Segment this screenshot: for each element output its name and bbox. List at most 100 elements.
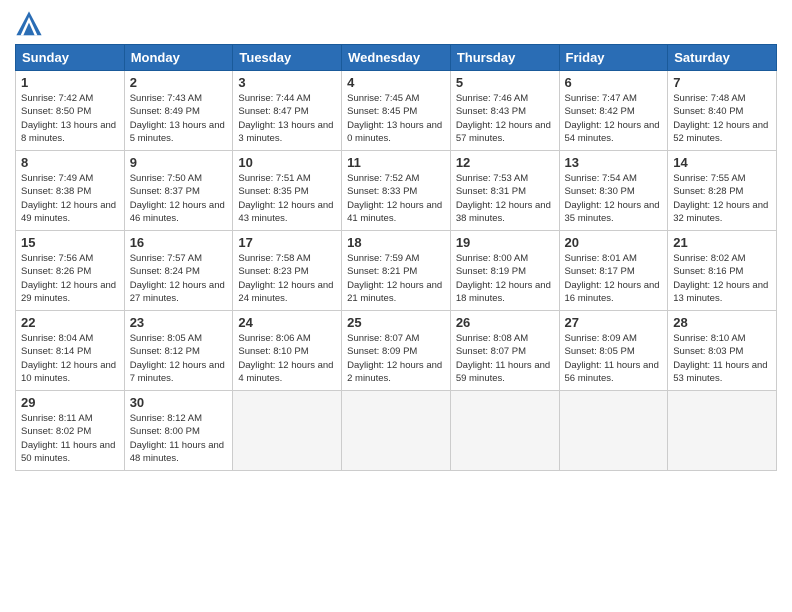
day-cell-11: 11Sunrise: 7:52 AMSunset: 8:33 PMDayligh… [342,151,451,231]
day-info: Sunrise: 8:00 AMSunset: 8:19 PMDaylight:… [456,252,554,305]
day-cell-27: 27 Sunrise: 8:09 AMSunset: 8:05 PMDayligh… [559,311,668,391]
day-cell-22: 22Sunrise: 8:04 AMSunset: 8:14 PMDayligh… [16,311,125,391]
day-number: 4 [347,75,445,90]
day-cell-21: 21 Sunrise: 8:02 AMSunset: 8:16 PMDayligh… [668,231,777,311]
day-info: Sunrise: 7:59 AMSunset: 8:21 PMDaylight:… [347,252,445,305]
day-info: Sunrise: 7:56 AMSunset: 8:26 PMDaylight:… [21,252,119,305]
day-info: Sunrise: 7:47 AMSunset: 8:42 PMDaylight:… [565,92,663,145]
day-number: 24 [238,315,336,330]
day-cell-30: 30 Sunrise: 8:12 AMSunset: 8:00 PMDayligh… [124,391,233,471]
col-saturday: Saturday [668,45,777,71]
day-info: Sunrise: 7:48 AMSunset: 8:40 PMDaylight:… [673,92,771,145]
day-info: Sunrise: 8:11 AMSunset: 8:02 PMDaylight:… [21,412,119,465]
day-number: 19 [456,235,554,250]
empty-cell [559,391,668,471]
day-number: 1 [21,75,119,90]
day-cell-6: 6 Sunrise: 7:47 AMSunset: 8:42 PMDaylight… [559,71,668,151]
day-number: 13 [565,155,663,170]
day-number: 27 [565,315,663,330]
day-info: Sunrise: 7:53 AMSunset: 8:31 PMDaylight:… [456,172,554,225]
day-info: Sunrise: 8:02 AMSunset: 8:16 PMDaylight:… [673,252,771,305]
day-cell-10: 10 Sunrise: 7:51 AMSunset: 8:35 PMDayligh… [233,151,342,231]
header [15,10,777,38]
day-cell-25: 25 Sunrise: 8:07 AMSunset: 8:09 PMDayligh… [342,311,451,391]
calendar-week-4: 22Sunrise: 8:04 AMSunset: 8:14 PMDayligh… [16,311,777,391]
day-cell-18: 18 Sunrise: 7:59 AMSunset: 8:21 PMDayligh… [342,231,451,311]
day-number: 30 [130,395,228,410]
day-cell-13: 13 Sunrise: 7:54 AMSunset: 8:30 PMDayligh… [559,151,668,231]
day-number: 7 [673,75,771,90]
day-number: 3 [238,75,336,90]
day-number: 21 [673,235,771,250]
day-cell-16: 16 Sunrise: 7:57 AMSunset: 8:24 PMDayligh… [124,231,233,311]
day-number: 23 [130,315,228,330]
day-info: Sunrise: 8:09 AMSunset: 8:05 PMDaylight:… [565,332,663,385]
day-number: 2 [130,75,228,90]
day-info: Sunrise: 7:58 AMSunset: 8:23 PMDaylight:… [238,252,336,305]
day-info: Sunrise: 8:06 AMSunset: 8:10 PMDaylight:… [238,332,336,385]
day-number: 12 [456,155,554,170]
logo-icon [15,10,43,38]
day-info: Sunrise: 7:46 AMSunset: 8:43 PMDaylight:… [456,92,554,145]
day-info: Sunrise: 7:51 AMSunset: 8:35 PMDaylight:… [238,172,336,225]
day-number: 15 [21,235,119,250]
day-number: 6 [565,75,663,90]
calendar-body: 1 Sunrise: 7:42 AMSunset: 8:50 PMDaylight… [16,71,777,471]
day-cell-20: 20Sunrise: 8:01 AMSunset: 8:17 PMDayligh… [559,231,668,311]
day-number: 29 [21,395,119,410]
day-cell-23: 23 Sunrise: 8:05 AMSunset: 8:12 PMDayligh… [124,311,233,391]
day-number: 17 [238,235,336,250]
day-info: Sunrise: 8:05 AMSunset: 8:12 PMDaylight:… [130,332,228,385]
day-cell-24: 24 Sunrise: 8:06 AMSunset: 8:10 PMDayligh… [233,311,342,391]
day-cell-1: 1 Sunrise: 7:42 AMSunset: 8:50 PMDaylight… [16,71,125,151]
day-cell-4: 4 Sunrise: 7:45 AMSunset: 8:45 PMDaylight… [342,71,451,151]
day-info: Sunrise: 8:12 AMSunset: 8:00 PMDaylight:… [130,412,228,465]
day-info: Sunrise: 7:45 AMSunset: 8:45 PMDaylight:… [347,92,445,145]
day-cell-9: 9Sunrise: 7:50 AMSunset: 8:37 PMDaylight… [124,151,233,231]
col-friday: Friday [559,45,668,71]
day-number: 26 [456,315,554,330]
day-cell-2: 2 Sunrise: 7:43 AMSunset: 8:49 PMDaylight… [124,71,233,151]
calendar-week-2: 8 Sunrise: 7:49 AMSunset: 8:38 PMDaylight… [16,151,777,231]
col-sunday: Sunday [16,45,125,71]
day-cell-3: 3 Sunrise: 7:44 AMSunset: 8:47 PMDaylight… [233,71,342,151]
day-info: Sunrise: 7:55 AMSunset: 8:28 PMDaylight:… [673,172,771,225]
empty-cell [450,391,559,471]
day-number: 22 [21,315,119,330]
day-info: Sunrise: 8:07 AMSunset: 8:09 PMDaylight:… [347,332,445,385]
day-info: Sunrise: 7:49 AMSunset: 8:38 PMDaylight:… [21,172,119,225]
empty-cell [342,391,451,471]
day-cell-26: 26Sunrise: 8:08 AMSunset: 8:07 PMDayligh… [450,311,559,391]
day-cell-28: 28Sunrise: 8:10 AMSunset: 8:03 PMDayligh… [668,311,777,391]
day-number: 16 [130,235,228,250]
calendar-week-1: 1 Sunrise: 7:42 AMSunset: 8:50 PMDaylight… [16,71,777,151]
day-info: Sunrise: 7:52 AMSunset: 8:33 PMDaylight:… [347,172,445,225]
day-info: Sunrise: 7:50 AMSunset: 8:37 PMDaylight:… [130,172,228,225]
day-cell-19: 19 Sunrise: 8:00 AMSunset: 8:19 PMDayligh… [450,231,559,311]
day-info: Sunrise: 7:57 AMSunset: 8:24 PMDaylight:… [130,252,228,305]
day-number: 28 [673,315,771,330]
day-info: Sunrise: 7:54 AMSunset: 8:30 PMDaylight:… [565,172,663,225]
col-monday: Monday [124,45,233,71]
header-row: Sunday Monday Tuesday Wednesday Thursday… [16,45,777,71]
calendar-week-5: 29 Sunrise: 8:11 AMSunset: 8:02 PMDayligh… [16,391,777,471]
day-number: 14 [673,155,771,170]
day-cell-15: 15 Sunrise: 7:56 AMSunset: 8:26 PMDayligh… [16,231,125,311]
day-info: Sunrise: 7:42 AMSunset: 8:50 PMDaylight:… [21,92,119,145]
day-cell-17: 17 Sunrise: 7:58 AMSunset: 8:23 PMDayligh… [233,231,342,311]
empty-cell [233,391,342,471]
day-number: 10 [238,155,336,170]
day-cell-14: 14 Sunrise: 7:55 AMSunset: 8:28 PMDayligh… [668,151,777,231]
logo [15,10,47,38]
day-number: 25 [347,315,445,330]
day-info: Sunrise: 7:43 AMSunset: 8:49 PMDaylight:… [130,92,228,145]
col-tuesday: Tuesday [233,45,342,71]
day-info: Sunrise: 7:44 AMSunset: 8:47 PMDaylight:… [238,92,336,145]
day-number: 8 [21,155,119,170]
calendar-week-3: 15 Sunrise: 7:56 AMSunset: 8:26 PMDayligh… [16,231,777,311]
col-wednesday: Wednesday [342,45,451,71]
day-number: 18 [347,235,445,250]
day-number: 20 [565,235,663,250]
page-container: Sunday Monday Tuesday Wednesday Thursday… [0,0,792,481]
day-cell-5: 5Sunrise: 7:46 AMSunset: 8:43 PMDaylight… [450,71,559,151]
